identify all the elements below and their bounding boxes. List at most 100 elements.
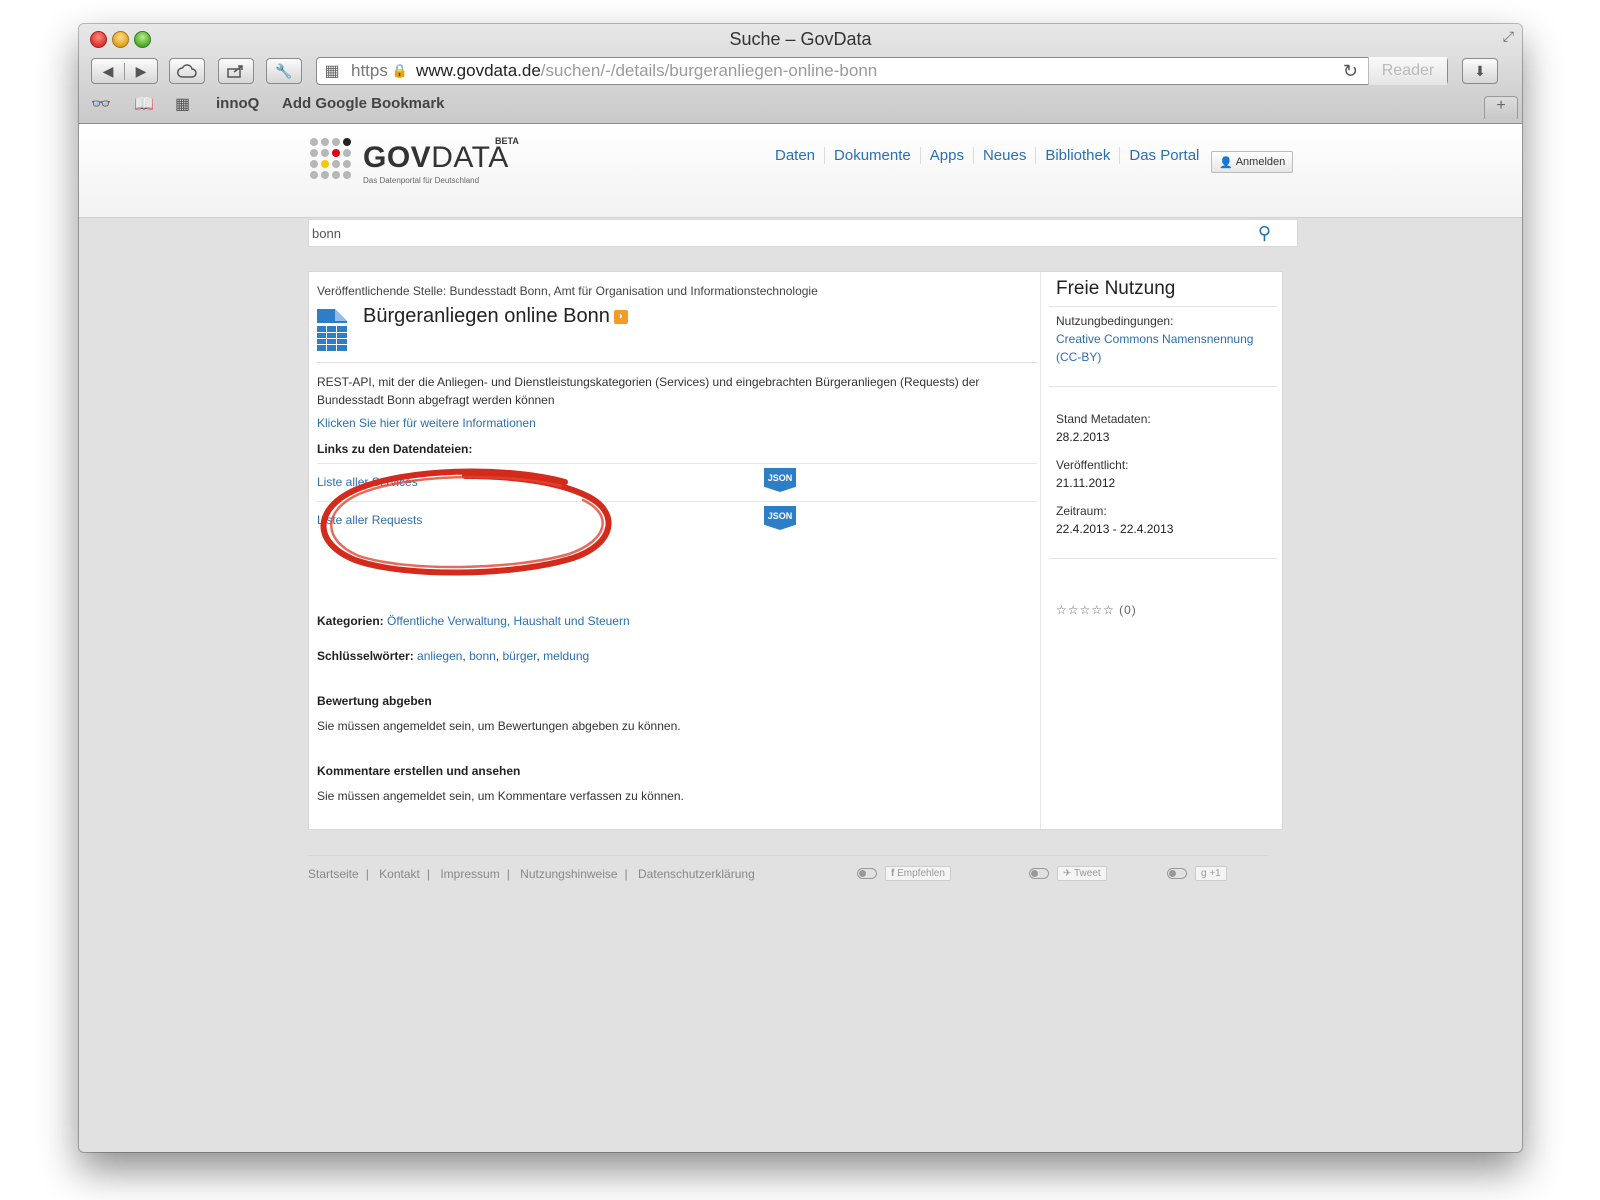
keyword-buerger[interactable]: bürger	[502, 649, 536, 663]
more-info-link[interactable]: Klicken Sie hier für weitere Information…	[317, 416, 536, 430]
share-button[interactable]	[218, 58, 254, 84]
keywords-line: Schlüsselwörter: anliegen, bonn, bürger,…	[317, 649, 590, 663]
list-item: Liste aller Requests JSON	[317, 501, 1037, 540]
privacy-toggle[interactable]	[857, 868, 877, 879]
nav-neues[interactable]: Neues	[974, 147, 1037, 164]
fullscreen-icon[interactable]: ⤢	[1503, 28, 1514, 45]
comments-heading: Kommentare erstellen und ansehen	[317, 764, 521, 778]
browser-window: Suche – GovData ⤢ ◀ ▶ 🔧 ▦ https 🔒 www.go…	[79, 24, 1522, 1152]
nav-daten[interactable]: Daten	[766, 147, 826, 164]
nav-apps[interactable]: Apps	[921, 147, 974, 164]
site-header: GOVDATA BETA Das Datenportal für Deutsch…	[79, 124, 1522, 218]
reader-button[interactable]: Reader	[1368, 57, 1447, 85]
divider	[1049, 386, 1277, 387]
keyword-bonn[interactable]: bonn	[469, 649, 496, 663]
footer-link-nutzungshinweise[interactable]: Nutzungshinweise	[520, 867, 617, 881]
window-title: Suche – GovData	[729, 29, 872, 49]
terms-label: Nutzungbedingungen:	[1056, 314, 1174, 328]
back-forward-buttons: ◀ ▶	[91, 58, 158, 84]
metadata-date: 28.2.2013	[1056, 430, 1110, 444]
dataset-sidebar: Freie Nutzung Nutzungbedingungen: Creati…	[1040, 272, 1285, 829]
nav-bibliothek[interactable]: Bibliothek	[1036, 147, 1121, 164]
keywords-label: Schlüsselwörter:	[317, 649, 414, 663]
keyword-meldung[interactable]: meldung	[543, 649, 589, 663]
privacy-toggle[interactable]	[1167, 868, 1187, 879]
nav-dokumente[interactable]: Dokumente	[825, 147, 921, 164]
main-nav: Daten Dokumente Apps Neues Bibliothek Da…	[766, 147, 1208, 164]
login-button[interactable]: 👤 Anmelden	[1211, 151, 1294, 173]
back-arrow-icon[interactable]: ◀	[92, 62, 125, 80]
license-title: Freie Nutzung	[1056, 278, 1176, 299]
footer-link-kontakt[interactable]: Kontakt	[379, 867, 420, 881]
search-input[interactable]: bonn	[312, 226, 341, 241]
dataset-title: Bürgeranliegen online Bonn ◗	[363, 305, 628, 328]
wrench-icon: 🔧	[275, 62, 293, 79]
facebook-icon: f	[891, 868, 895, 879]
logo-beta-label: BETA	[495, 136, 519, 146]
tools-button[interactable]: 🔧	[266, 58, 302, 84]
icloud-tabs-button[interactable]	[169, 58, 205, 84]
data-files-heading: Links zu den Datendateien:	[317, 442, 473, 456]
published-date: 21.11.2012	[1056, 476, 1116, 490]
keyword-anliegen[interactable]: anliegen	[417, 649, 462, 663]
published-label: Veröffentlicht:	[1056, 458, 1129, 472]
search-icon[interactable]: ⚲	[1258, 223, 1271, 244]
rss-icon[interactable]: ◗	[613, 309, 628, 324]
download-icon: ⬇	[1474, 62, 1486, 79]
json-format-badge[interactable]: JSON	[764, 506, 796, 530]
url-domain: www.govdata.de	[416, 61, 541, 80]
dataset-card: Veröffentlichende Stelle: Bundesstadt Bo…	[308, 271, 1283, 830]
category-link[interactable]: Öffentliche Verwaltung, Haushalt und Ste…	[387, 614, 630, 628]
new-tab-button[interactable]: +	[1484, 96, 1518, 119]
period-value: 22.4.2013 - 22.4.2013	[1056, 522, 1174, 536]
star-icon: ☆☆☆☆☆	[1056, 603, 1115, 617]
nav-das-portal[interactable]: Das Portal	[1120, 147, 1208, 164]
facebook-recommend-button[interactable]: f Empfehlen	[885, 866, 951, 881]
spreadsheet-icon	[317, 309, 347, 351]
footer-link-datenschutz[interactable]: Datenschutzerklärung	[638, 867, 755, 881]
divider	[1049, 558, 1277, 559]
reading-list-icon[interactable]: 👓	[91, 94, 111, 114]
lock-icon: 🔒	[391, 63, 409, 78]
user-icon: 👤	[1219, 156, 1233, 169]
bookmarks-icon[interactable]: 📖	[134, 94, 154, 114]
top-sites-grid-icon[interactable]: ▦	[175, 94, 190, 114]
googleplus-share: g +1	[1167, 866, 1227, 881]
metadata-label: Stand Metadaten:	[1056, 412, 1151, 426]
rating-login-notice: Sie müssen angemeldet sein, um Bewertung…	[317, 719, 681, 733]
footer-link-startseite[interactable]: Startseite	[308, 867, 359, 881]
govdata-logo[interactable]: GOVDATA	[363, 141, 509, 175]
rating-count: (0)	[1119, 603, 1137, 617]
search-field[interactable]: bonn ⚲	[308, 219, 1298, 247]
divider	[1049, 306, 1277, 307]
dataset-description: REST-API, mit der die Anliegen- und Dien…	[317, 375, 980, 407]
bookmark-add-google[interactable]: Add Google Bookmark	[282, 95, 445, 112]
categories-line: Kategorien: Öffentliche Verwaltung, Haus…	[317, 614, 630, 628]
top-sites-icon[interactable]: ▦	[317, 61, 347, 81]
browser-toolbar: Suche – GovData ⤢ ◀ ▶ 🔧 ▦ https 🔒 www.go…	[79, 24, 1522, 124]
plus-one-button[interactable]: g +1	[1195, 866, 1227, 881]
logo-tagline: Das Datenportal für Deutschland	[363, 176, 480, 185]
tweet-button[interactable]: ✈ Tweet	[1057, 866, 1107, 881]
bookmark-innoq[interactable]: innoQ	[216, 95, 259, 112]
url-path: /suchen/-/details/burgeranliegen-online-…	[540, 61, 878, 80]
footer-link-impressum[interactable]: Impressum	[440, 867, 499, 881]
url-scheme: https	[351, 61, 388, 80]
twitter-icon: ✈	[1063, 868, 1072, 879]
reload-icon[interactable]: ↻	[1343, 61, 1358, 82]
bookmarks-bar: 👓 📖 ▦ innoQ Add Google Bookmark	[79, 92, 1522, 116]
file-link-services[interactable]: Liste aller Services	[317, 475, 418, 489]
privacy-toggle[interactable]	[1029, 868, 1049, 879]
file-link-requests[interactable]: Liste aller Requests	[317, 513, 422, 527]
forward-arrow-icon[interactable]: ▶	[125, 63, 157, 80]
rating-heading: Bewertung abgeben	[317, 694, 432, 708]
govdata-logo-mark	[310, 138, 351, 179]
json-format-badge[interactable]: JSON	[764, 468, 796, 492]
address-bar[interactable]: ▦ https 🔒 www.govdata.de /suchen/-/detai…	[316, 57, 1448, 85]
license-link[interactable]: Creative Commons Namensnennung (CC-BY)	[1056, 330, 1276, 366]
downloads-button[interactable]: ⬇	[1462, 58, 1498, 84]
footer-divider	[308, 855, 1268, 856]
twitter-share: ✈ Tweet	[1029, 866, 1107, 881]
period-label: Zeitraum:	[1056, 504, 1107, 518]
footer-links: Startseite | Kontakt | Impressum | Nutzungs…	[308, 867, 755, 881]
